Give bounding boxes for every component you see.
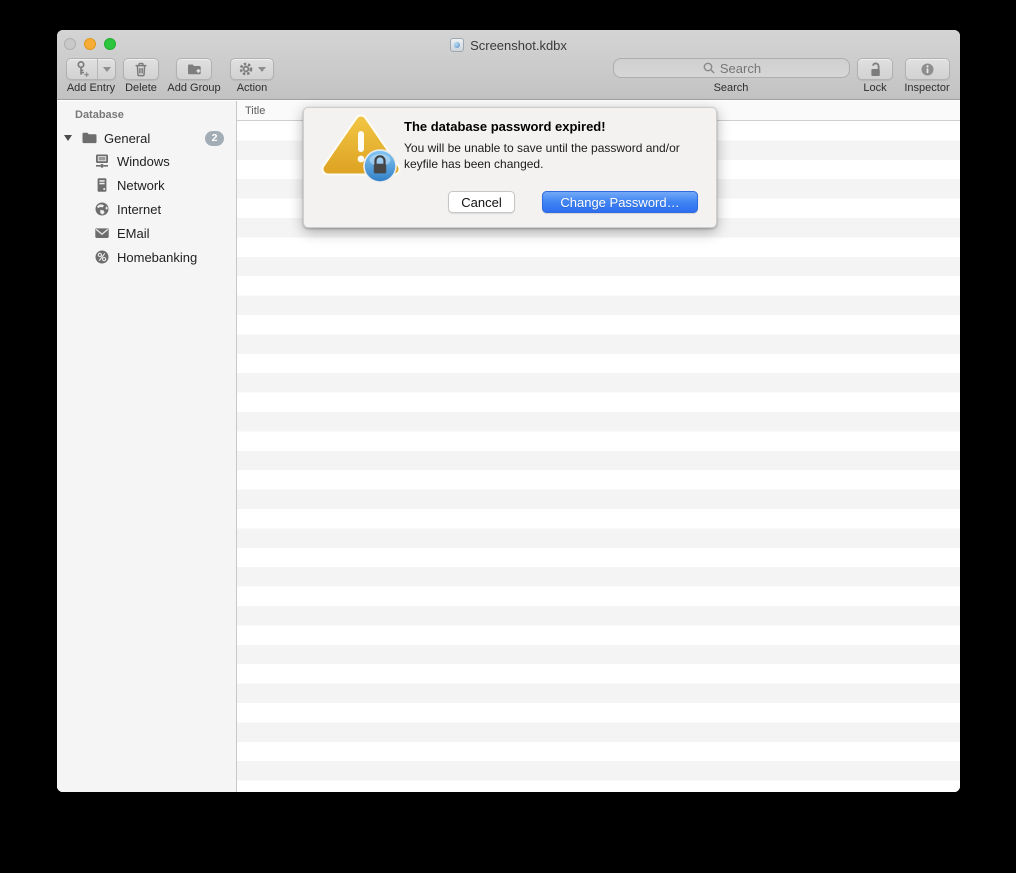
- add-group-button[interactable]: [176, 58, 212, 80]
- chevron-down-icon: [102, 66, 111, 72]
- close-button[interactable]: [64, 38, 76, 50]
- network-group-icon: [97, 178, 107, 192]
- sidebar-item-label: Windows: [117, 153, 170, 169]
- sidebar-item-label: EMail: [117, 225, 150, 241]
- folder-plus-icon: [187, 64, 201, 75]
- search-icon: [703, 62, 715, 74]
- delete-button[interactable]: [123, 58, 159, 80]
- disclosure-triangle-icon[interactable]: [64, 135, 72, 141]
- document-proxy-icon: [450, 38, 465, 52]
- window-title: Screenshot.kdbx: [470, 37, 567, 53]
- search-placeholder: Search: [719, 60, 762, 76]
- trash-icon: [135, 62, 147, 76]
- titlebar: Screenshot.kdbx: [177, 36, 840, 54]
- zoom-button[interactable]: [104, 38, 116, 50]
- info-icon: [921, 63, 934, 75]
- search-input[interactable]: Search: [613, 58, 850, 78]
- sidebar-item-homebanking[interactable]: Homebanking: [57, 248, 236, 266]
- folder-icon: [82, 132, 97, 144]
- sidebar-item-email[interactable]: EMail: [57, 224, 236, 242]
- inspector-label: Inspector: [904, 82, 950, 94]
- add-entry-button[interactable]: [66, 58, 116, 80]
- sidebar-item-internet[interactable]: Internet: [57, 200, 236, 218]
- search-label: Search: [713, 82, 749, 94]
- change-password-button[interactable]: Change Password…: [542, 191, 698, 213]
- action-label: Action: [236, 82, 268, 94]
- sidebar-item-windows[interactable]: Windows: [57, 152, 236, 170]
- add-entry-dropdown[interactable]: [98, 59, 115, 79]
- add-group-label: Add Group: [167, 82, 221, 94]
- windows-group-icon: [96, 154, 108, 168]
- sidebar-item-label: Internet: [117, 201, 162, 217]
- sidebar-item-network[interactable]: Network: [57, 176, 236, 194]
- warning-lock-icon: [321, 114, 401, 183]
- sidebar-item-label: Homebanking: [117, 249, 198, 265]
- internet-group-icon: [95, 202, 109, 216]
- gear-icon: [239, 62, 253, 76]
- lock-label: Lock: [863, 82, 887, 94]
- titlebar-toolbar: Screenshot.kdbx Add Entry Delete Add Gro…: [57, 30, 960, 100]
- open-padlock-icon: [870, 62, 880, 76]
- add-entry-label: Add Entry: [66, 82, 116, 94]
- delete-label: Delete: [125, 82, 157, 94]
- inspector-button[interactable]: [905, 58, 950, 80]
- chevron-down-icon: [258, 66, 266, 72]
- key-plus-icon: [67, 59, 98, 79]
- alert-popover: The database password expired! You will …: [303, 107, 717, 228]
- sidebar: Database General 2 Windows Network Inter…: [57, 101, 237, 792]
- action-button[interactable]: [230, 58, 274, 80]
- alert-title: The database password expired!: [404, 119, 606, 134]
- sidebar-item-general[interactable]: General 2: [57, 129, 236, 147]
- email-group-icon: [95, 228, 109, 238]
- minimize-button[interactable]: [84, 38, 96, 50]
- column-header-title: Title: [245, 104, 266, 117]
- cancel-button[interactable]: Cancel: [448, 191, 515, 213]
- sidebar-item-label: General: [104, 130, 151, 146]
- lock-button[interactable]: [857, 58, 893, 80]
- entry-count-badge: 2: [205, 131, 224, 146]
- homebanking-group-icon: [95, 250, 109, 264]
- sidebar-section-header: Database: [75, 109, 124, 121]
- sidebar-item-label: Network: [117, 177, 165, 193]
- alert-body: You will be unable to save until the pas…: [404, 141, 680, 171]
